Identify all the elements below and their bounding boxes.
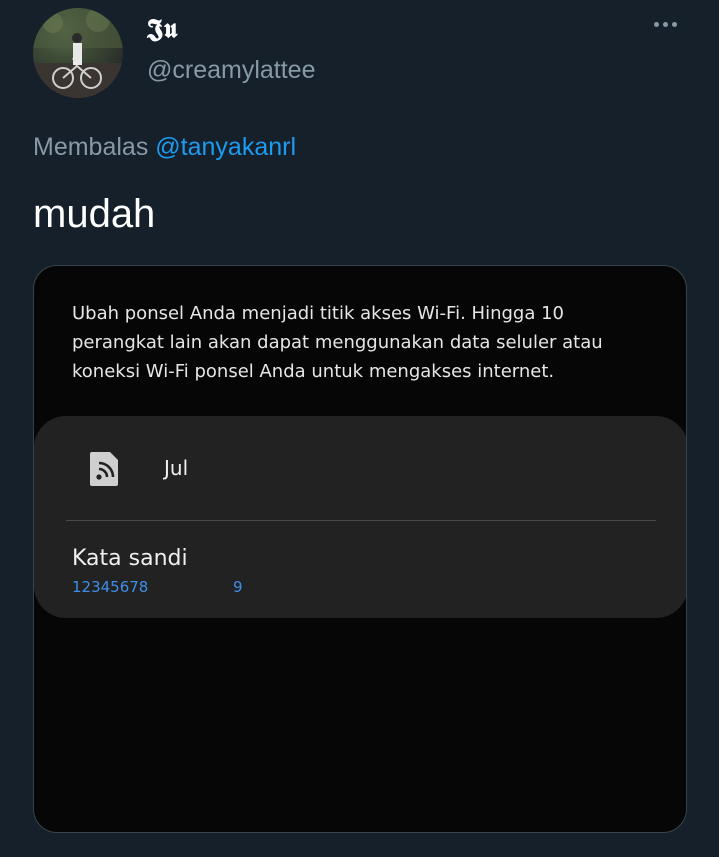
tweet-media-image[interactable]: Ubah ponsel Anda menjadi titik akses Wi-… xyxy=(33,265,687,833)
hotspot-settings-card: Jul Kata sandi 12345678 9 xyxy=(34,416,686,618)
dot xyxy=(663,22,668,27)
more-options-icon[interactable] xyxy=(654,22,677,27)
hotspot-icon xyxy=(90,452,118,486)
reply-context: Membalas @tanyakanrl xyxy=(33,133,296,162)
dot xyxy=(672,22,677,27)
reply-prefix: Membalas xyxy=(33,133,149,161)
password-value: 12345678 xyxy=(72,578,149,596)
password-label: Kata sandi xyxy=(72,546,188,571)
author-handle[interactable]: @creamylattee xyxy=(147,56,316,85)
dot xyxy=(654,22,659,27)
network-name: Jul xyxy=(164,456,189,480)
divider xyxy=(66,520,656,521)
avatar[interactable] xyxy=(33,8,123,98)
author-display-name[interactable]: 𝕵𝖚 xyxy=(147,14,178,45)
password-extra: 9 xyxy=(233,578,243,596)
tweet-text: mudah xyxy=(33,192,156,236)
hotspot-description: Ubah ponsel Anda menjadi titik akses Wi-… xyxy=(72,303,603,382)
avatar-photo xyxy=(33,8,123,98)
reply-mention-link[interactable]: @tanyakanrl xyxy=(155,133,296,161)
